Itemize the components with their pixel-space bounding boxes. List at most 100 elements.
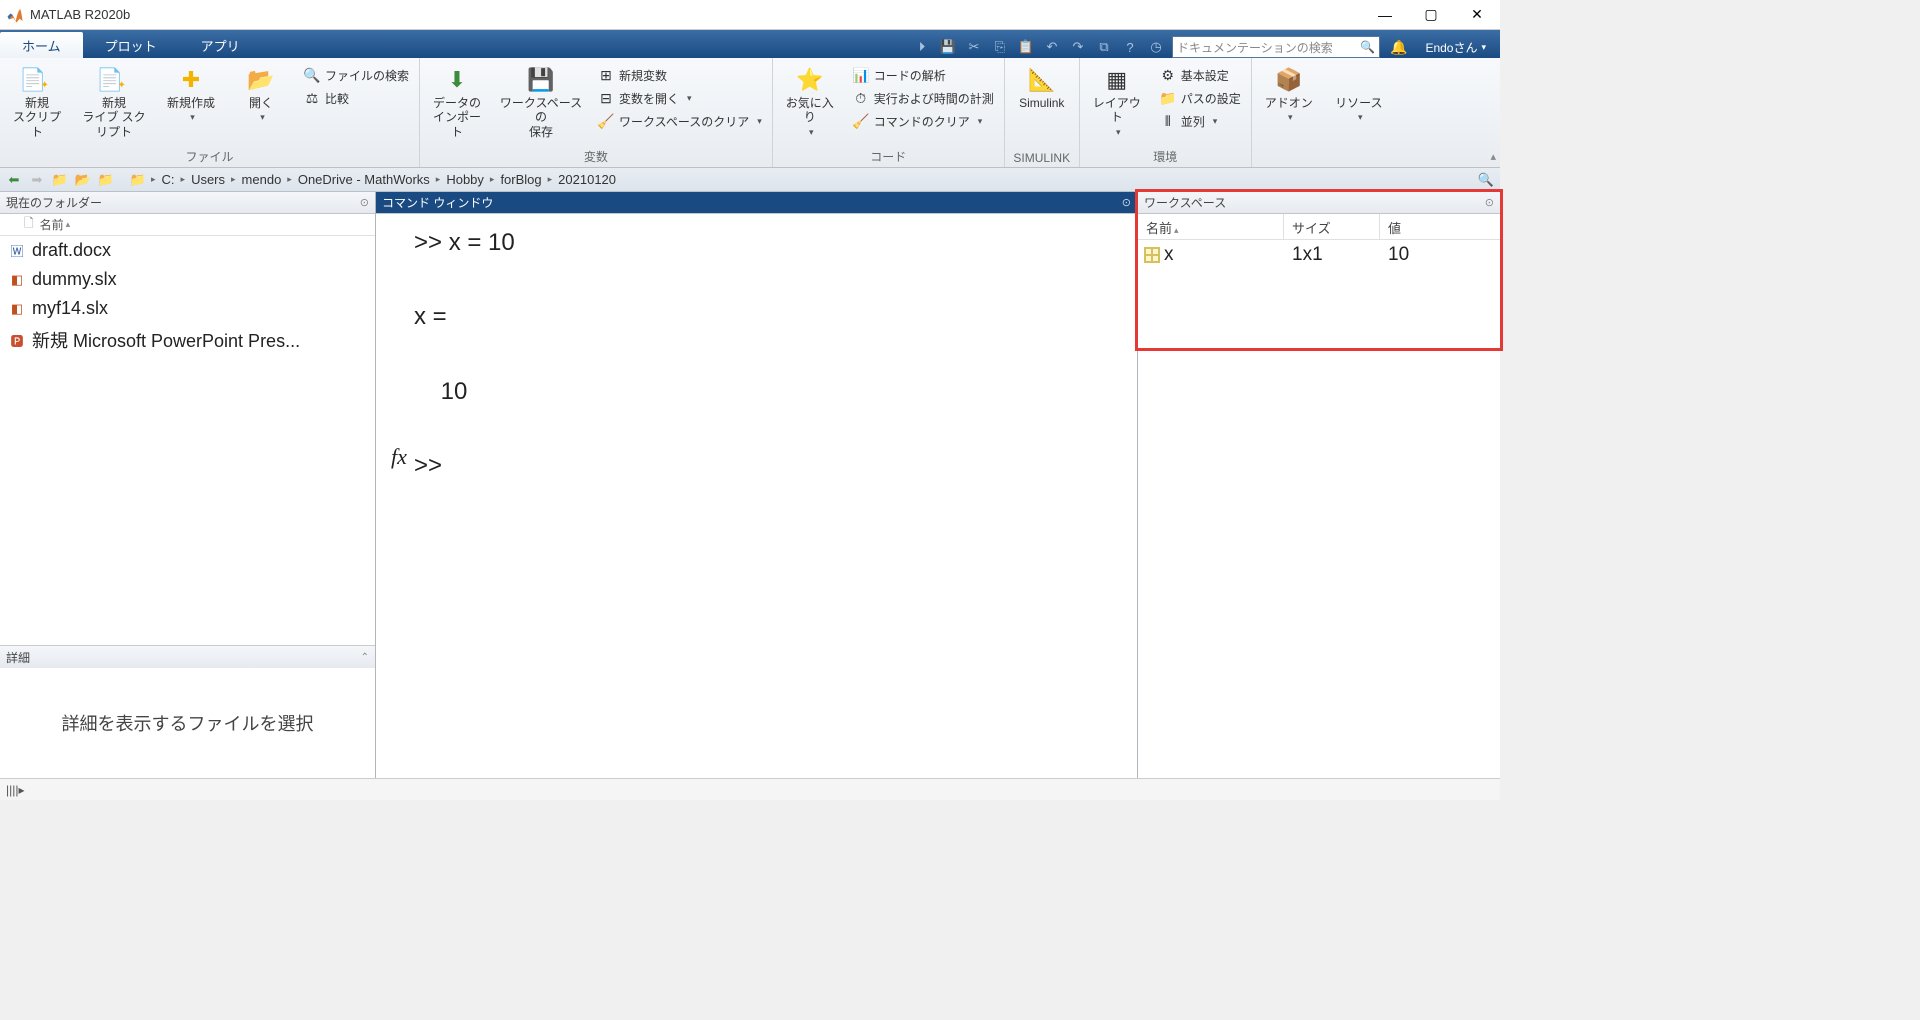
breadcrumb-item[interactable]: C: [159, 172, 178, 187]
prompt[interactable]: >> [414, 447, 1133, 484]
run-and-time-button[interactable]: ⏱実行および時間の計測 [851, 89, 996, 108]
current-folder-header[interactable]: 現在のフォルダー ⊙ [0, 192, 375, 214]
file-row[interactable]: 🅆draft.docx [0, 236, 375, 265]
tab-plot[interactable]: プロット [83, 32, 179, 58]
command-line: >> x = 10 [414, 224, 1133, 261]
simulink-button[interactable]: 📐Simulink [1013, 62, 1071, 110]
resources-button[interactable]: リソース [1330, 62, 1388, 123]
panel-menu-icon[interactable]: ⊙ [1485, 196, 1494, 209]
breadcrumb-item[interactable]: OneDrive - MathWorks [295, 172, 433, 187]
copy-icon[interactable]: ⎘ [990, 37, 1010, 57]
command-window-panel: コマンド ウィンドウ ⊙ fx >> x = 10 x = 10 >> [376, 192, 1138, 778]
ribbon-group-code: ⭐お気に入り 📊コードの解析 ⏱実行および時間の計測 🧹コマンドのクリア コード [773, 58, 1005, 167]
user-menu[interactable]: Endoさん▾ [1417, 39, 1494, 56]
ribbon-collapse-icon[interactable]: ▴ [1490, 150, 1496, 163]
open-variable-button[interactable]: ⊟変数を開く [596, 89, 764, 108]
preferences-button[interactable]: ⚙基本設定 [1158, 66, 1243, 85]
panel-menu-icon[interactable]: ⊙ [360, 196, 369, 209]
file-row[interactable]: ◧myf14.slx [0, 294, 375, 323]
folder-icon: 📁 [128, 170, 148, 190]
breadcrumb-item[interactable]: mendo [239, 172, 285, 187]
browse-folder-icon[interactable]: 📂 [73, 170, 93, 190]
main-layout: 現在のフォルダー ⊙ 🗋 名前 ▴ 🅆draft.docx ◧dummy.slx… [0, 192, 1500, 778]
status-bar: ||||▸ [0, 778, 1500, 800]
file-row[interactable]: 🅿新規 Microsoft PowerPoint Pres... [0, 323, 375, 357]
workspace-panel: ワークスペース ⊙ 名前▴ サイズ 値 x 1x1 10 [1138, 192, 1500, 778]
group-label-simulink: SIMULINK [1013, 149, 1071, 165]
group-label-code: コード [781, 146, 996, 165]
group-label-environment: 環境 [1088, 146, 1243, 165]
undo-icon[interactable]: ↶ [1042, 37, 1062, 57]
layout-button[interactable]: ▦レイアウト [1088, 62, 1146, 138]
up-folder-icon[interactable]: 📁 [50, 170, 70, 190]
save-icon[interactable]: 💾 [938, 37, 958, 57]
clear-workspace-button[interactable]: 🧹ワークスペースのクリア [596, 112, 764, 131]
refresh-icon[interactable]: 📁 [96, 170, 116, 190]
import-data-button[interactable]: ⬇データの インポート [428, 62, 486, 139]
busy-indicator-icon: ||||▸ [6, 783, 25, 797]
set-path-button[interactable]: 📁パスの設定 [1158, 89, 1243, 108]
new-variable-button[interactable]: ⊞新規変数 [596, 66, 764, 85]
clear-commands-button[interactable]: 🧹コマンドのクリア [851, 112, 996, 131]
new-live-script-button[interactable]: 📄✦新規 ライブ スクリプト [78, 62, 150, 139]
matlab-logo-icon [6, 6, 24, 24]
save-workspace-button[interactable]: 💾ワークスペースの 保存 [498, 62, 584, 139]
details-header[interactable]: 詳細 ⌃ [0, 646, 375, 668]
breadcrumb-item[interactable]: Users [188, 172, 228, 187]
close-button[interactable]: ✕ [1454, 0, 1500, 30]
minimize-button[interactable]: — [1362, 0, 1408, 30]
back-button[interactable]: ⬅ [4, 170, 24, 190]
variable-icon [1144, 247, 1160, 263]
search-icon[interactable]: 🔍 [1360, 40, 1375, 54]
parallel-button[interactable]: ⫴並列 [1158, 112, 1243, 131]
addons-button[interactable]: 📦アドオン [1260, 62, 1318, 123]
command-window-header[interactable]: コマンド ウィンドウ ⊙ [376, 192, 1137, 214]
window-title: MATLAB R2020b [30, 7, 1362, 22]
tab-app[interactable]: アプリ [179, 32, 262, 58]
file-row[interactable]: ◧dummy.slx [0, 265, 375, 294]
qat-expand-icon[interactable]: ⏵ [912, 37, 932, 57]
breadcrumb-item[interactable]: forBlog [497, 172, 544, 187]
breadcrumb-item[interactable]: Hobby [443, 172, 487, 187]
notification-bell-icon[interactable]: 🔔 [1386, 39, 1411, 56]
redo-icon[interactable]: ↷ [1068, 37, 1088, 57]
ribbon-tabbar: ホーム プロット アプリ ⏵ 💾 ✂ ⎘ 📋 ↶ ↷ ⧉ ? ◷ ドキュメンテー… [0, 30, 1500, 58]
breadcrumb-item[interactable]: 20210120 [555, 172, 619, 187]
workspace-header[interactable]: ワークスペース ⊙ [1138, 192, 1500, 214]
current-folder-column-header[interactable]: 🗋 名前 ▴ [0, 214, 375, 236]
compare-button[interactable]: ⚖比較 [302, 89, 411, 108]
new-script-button[interactable]: 📄✦新規 スクリプト [8, 62, 66, 139]
ribbon: 📄✦新規 スクリプト 📄✦新規 ライブ スクリプト ✚新規作成 📂開く 🔍ファイ… [0, 58, 1500, 168]
group-label-file: ファイル [8, 146, 411, 165]
new-button[interactable]: ✚新規作成 [162, 62, 220, 123]
help-icon[interactable]: ? [1120, 37, 1140, 57]
analyze-code-button[interactable]: 📊コードの解析 [851, 66, 996, 85]
forward-button[interactable]: ➡ [27, 170, 47, 190]
group-label-variable: 変数 [428, 146, 764, 165]
open-button[interactable]: 📂開く [232, 62, 290, 123]
community-icon[interactable]: ◷ [1146, 37, 1166, 57]
command-window-content[interactable]: fx >> x = 10 x = 10 >> [376, 214, 1137, 778]
details-panel: 詳細 ⌃ 詳細を表示するファイルを選択 [0, 645, 375, 778]
quick-access-toolbar: ⏵ 💾 ✂ ⎘ 📋 ↶ ↷ ⧉ ? ◷ ドキュメンテーションの検索 🔍 🔔 En… [912, 36, 1500, 58]
maximize-button[interactable]: ▢ [1408, 0, 1454, 30]
ribbon-group-variable: ⬇データの インポート 💾ワークスペースの 保存 ⊞新規変数 ⊟変数を開く 🧹ワ… [420, 58, 773, 167]
current-folder-panel: 現在のフォルダー ⊙ 🗋 名前 ▴ 🅆draft.docx ◧dummy.slx… [0, 192, 376, 778]
workspace-columns[interactable]: 名前▴ サイズ 値 [1138, 214, 1500, 240]
tab-home[interactable]: ホーム [0, 32, 83, 58]
cut-icon[interactable]: ✂ [964, 37, 984, 57]
path-search-icon[interactable]: 🔍 [1476, 170, 1496, 190]
file-list[interactable]: 🅆draft.docx ◧dummy.slx ◧myf14.slx 🅿新規 Mi… [0, 236, 375, 645]
workspace-variable-row[interactable]: x 1x1 10 [1138, 240, 1500, 270]
panel-menu-icon[interactable]: ⊙ [1122, 196, 1131, 209]
find-files-button[interactable]: 🔍ファイルの検索 [302, 66, 411, 85]
fx-icon[interactable]: fx [391, 444, 407, 470]
ribbon-group-environment: ▦レイアウト ⚙基本設定 📁パスの設定 ⫴並列 環境 [1080, 58, 1252, 167]
search-input[interactable]: ドキュメンテーションの検索 🔍 [1172, 36, 1380, 58]
search-placeholder: ドキュメンテーションの検索 [1177, 39, 1333, 56]
output-line: x = [414, 298, 1133, 335]
switch-windows-icon[interactable]: ⧉ [1094, 37, 1114, 57]
favorites-button[interactable]: ⭐お気に入り [781, 62, 839, 138]
paste-icon[interactable]: 📋 [1016, 37, 1036, 57]
ribbon-group-resources: 📦アドオン リソース [1252, 58, 1396, 167]
